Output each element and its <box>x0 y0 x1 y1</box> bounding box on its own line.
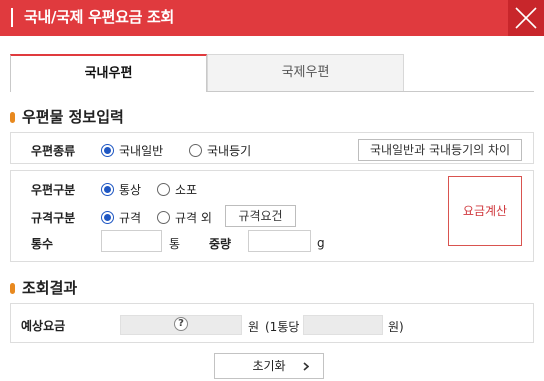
radio-parcel[interactable]: 소포 <box>157 181 197 198</box>
weight-unit: g <box>317 236 325 250</box>
tab-bar: 국내우편 국제우편 <box>10 54 404 92</box>
tab-domestic[interactable]: 국내우편 <box>10 54 207 92</box>
radio-domestic-normal-label: 국내일반 <box>119 144 164 158</box>
count-unit: 통 <box>169 237 181 251</box>
section-title-result: 조회결과 <box>10 279 78 297</box>
expected-fee-label: 예상요금 <box>21 319 66 333</box>
radio-selected-icon <box>101 183 114 196</box>
help-icon[interactable]: ? <box>174 317 188 331</box>
chevron-right-icon <box>303 362 309 371</box>
section-title-info-text: 우편물 정보입력 <box>22 108 124 126</box>
radio-ordinary-label: 통상 <box>119 183 142 197</box>
expected-fee-value: ? <box>120 315 242 335</box>
radio-parcel-label: 소포 <box>175 183 198 197</box>
radio-selected-icon <box>101 211 114 224</box>
radio-selected-icon <box>101 144 114 157</box>
tab-divider <box>207 91 534 92</box>
close-button[interactable] <box>508 0 544 36</box>
reset-button-label: 초기화 <box>252 359 286 373</box>
radio-standard[interactable]: 규격 <box>101 209 141 226</box>
section-bullet-icon <box>10 112 15 123</box>
section-title-result-text: 조회결과 <box>22 279 78 297</box>
radio-domestic-registered-label: 국내등기 <box>207 144 252 158</box>
expected-fee-unit: 원 <box>248 320 260 334</box>
section-bullet-icon <box>10 283 15 294</box>
tab-international[interactable]: 국제우편 <box>207 54 404 92</box>
size-class-label: 규격구분 <box>31 211 76 225</box>
count-label: 통수 <box>31 237 54 251</box>
radio-unselected-icon <box>157 183 170 196</box>
radio-unselected-icon <box>157 211 170 224</box>
mail-type-diff-button[interactable]: 국내일반과 국내등기의 차이 <box>358 139 522 161</box>
radio-standard-label: 규격 <box>119 211 142 225</box>
reset-button[interactable]: 초기화 <box>214 353 324 379</box>
radio-domestic-registered[interactable]: 국내등기 <box>189 142 251 159</box>
mail-class-label: 우편구분 <box>31 183 76 197</box>
calculate-fee-button[interactable]: 요금계산 <box>448 176 522 246</box>
weight-input[interactable] <box>248 230 311 252</box>
result-box: 예상요금 ? 원 (1통당 원) <box>10 303 534 343</box>
page-title: 국내/국제 우편요금 조회 <box>24 8 175 26</box>
weight-label: 중량 <box>209 237 232 251</box>
title-accent-bar <box>11 8 13 27</box>
per-item-prefix: (1통당 <box>265 320 300 334</box>
size-requirements-button[interactable]: 규격요건 <box>225 205 296 227</box>
close-icon <box>515 7 537 29</box>
radio-nonstandard-label: 규격 외 <box>175 211 212 225</box>
per-item-suffix: 원) <box>388 320 404 334</box>
mail-type-label: 우편종류 <box>31 144 76 158</box>
per-item-fee-value <box>303 315 383 335</box>
title-bar: 국내/국제 우편요금 조회 <box>0 0 544 36</box>
radio-unselected-icon <box>189 144 202 157</box>
section-title-info: 우편물 정보입력 <box>10 108 124 126</box>
radio-ordinary[interactable]: 통상 <box>101 181 141 198</box>
radio-nonstandard[interactable]: 규격 외 <box>157 209 212 226</box>
radio-domestic-normal[interactable]: 국내일반 <box>101 142 163 159</box>
count-input[interactable] <box>101 230 162 252</box>
mail-type-row: 우편종류 국내일반 국내등기 국내일반과 국내등기의 차이 <box>10 132 534 164</box>
